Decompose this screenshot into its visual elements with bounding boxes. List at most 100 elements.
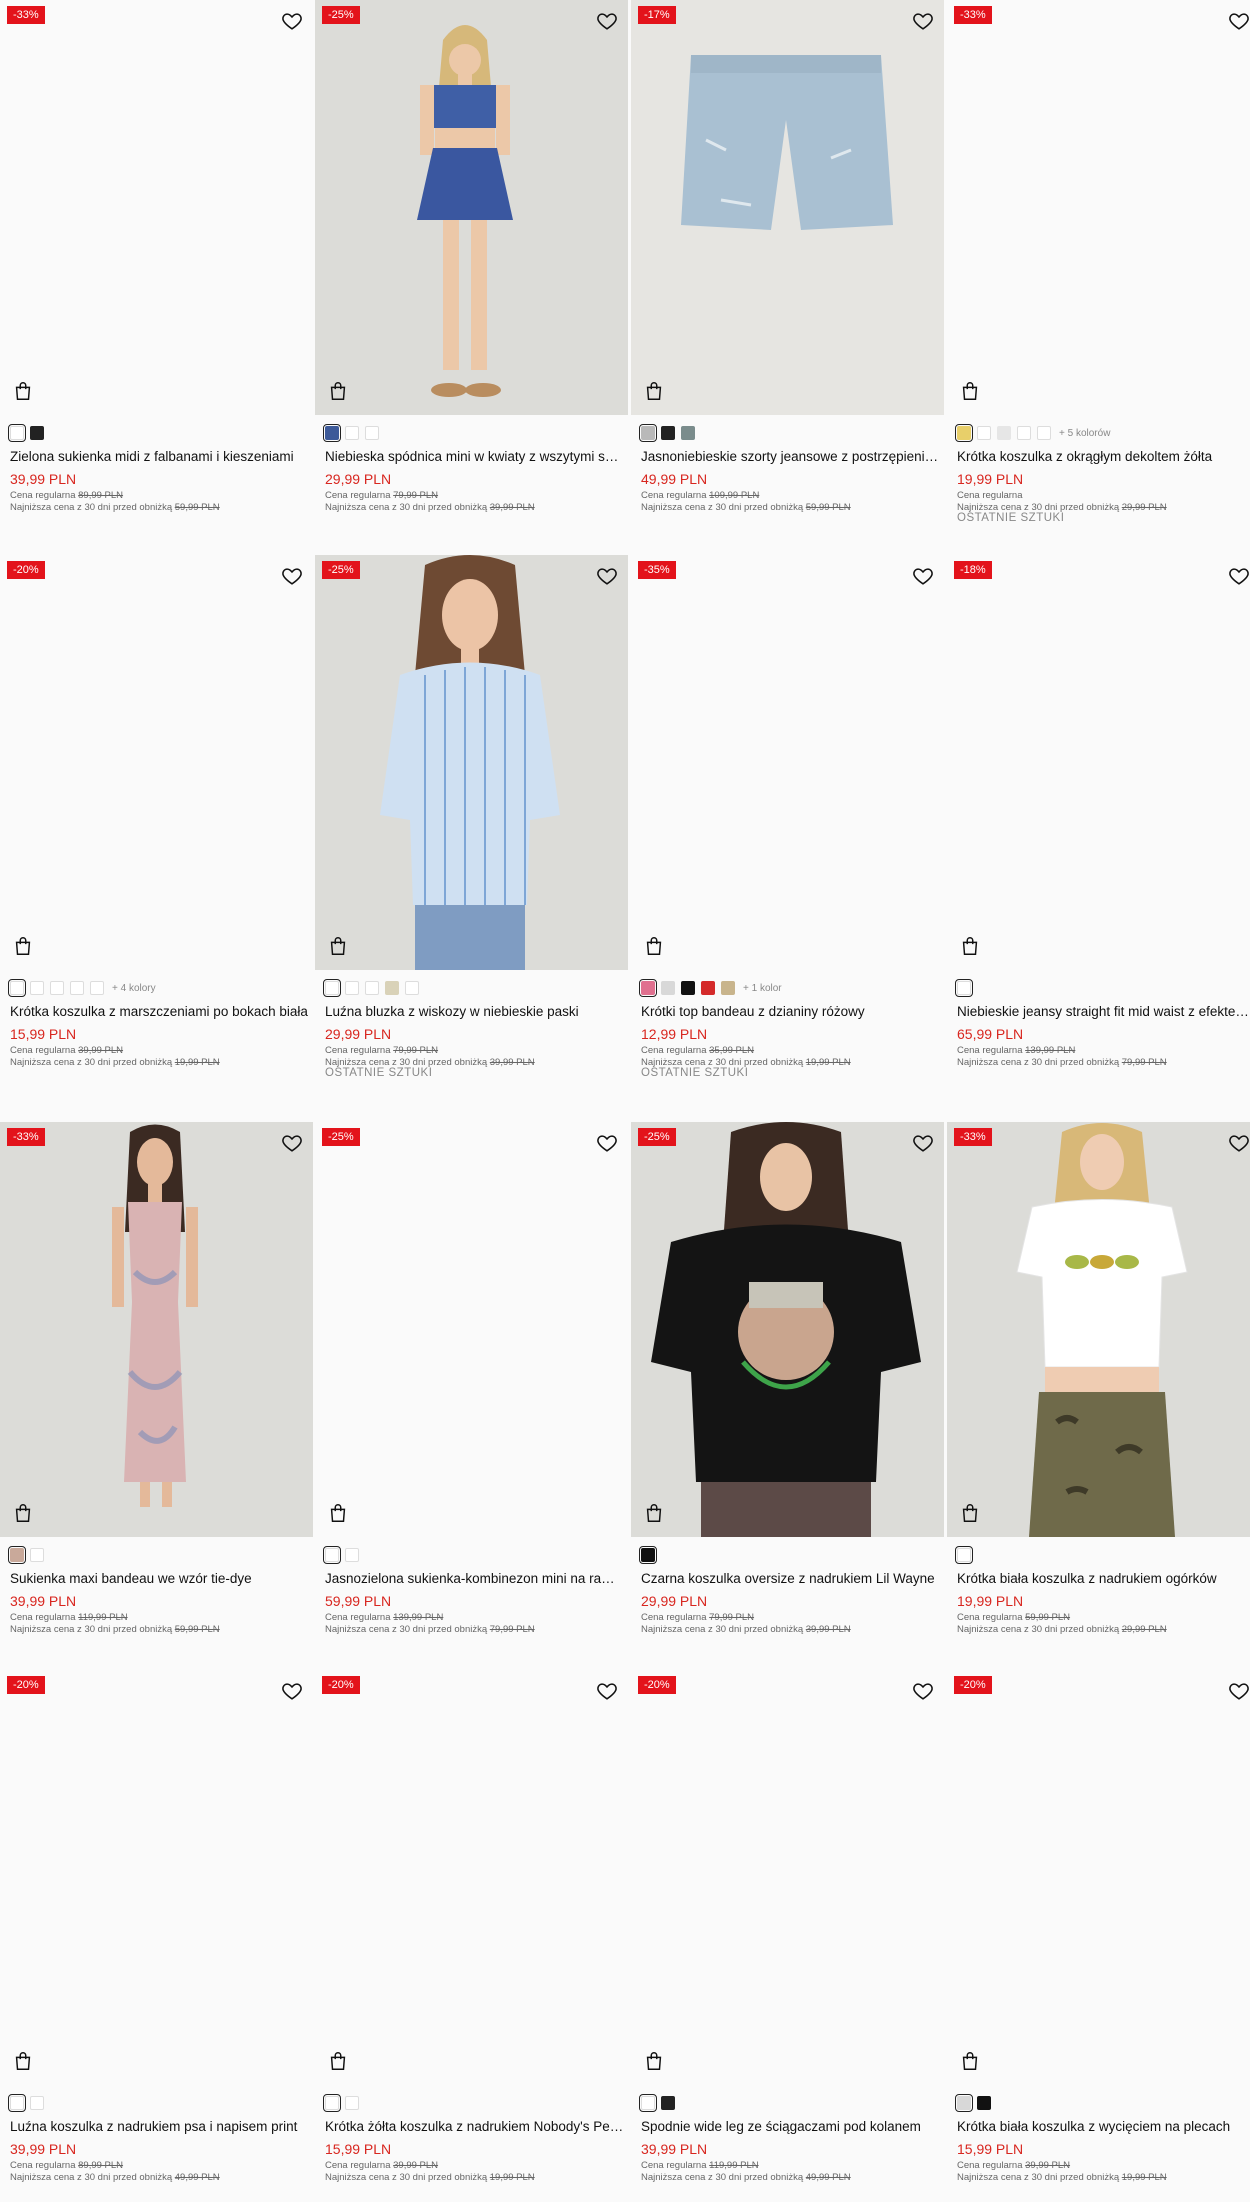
color-swatch[interactable] (701, 981, 715, 995)
color-swatch[interactable] (365, 981, 379, 995)
wishlist-heart-icon[interactable] (596, 10, 618, 32)
add-to-cart-bag-icon[interactable] (643, 380, 665, 402)
product-image[interactable] (947, 0, 1250, 415)
color-swatch[interactable] (345, 2096, 359, 2110)
color-swatch[interactable] (681, 426, 695, 440)
product-image[interactable] (947, 1122, 1250, 1537)
wishlist-heart-icon[interactable] (1228, 10, 1250, 32)
wishlist-heart-icon[interactable] (1228, 565, 1250, 587)
product-title[interactable]: Luźna koszulka z nadrukiem psa i napisem… (10, 2118, 310, 2136)
wishlist-heart-icon[interactable] (1228, 1680, 1250, 1702)
color-swatch[interactable] (661, 426, 675, 440)
product-title[interactable]: Krótka żółta koszulka z nadrukiem Nobody… (325, 2118, 625, 2136)
color-swatch[interactable] (997, 426, 1011, 440)
color-swatch[interactable] (30, 981, 44, 995)
product-image[interactable] (947, 555, 1250, 970)
wishlist-heart-icon[interactable] (1228, 1132, 1250, 1154)
product-image[interactable] (0, 0, 313, 415)
product-title[interactable]: Krótka biała koszulka z nadrukiem ogórkó… (957, 1570, 1250, 1588)
color-swatch[interactable] (345, 1548, 359, 1562)
color-swatch[interactable] (955, 979, 973, 997)
color-swatch[interactable] (90, 981, 104, 995)
color-swatch[interactable] (30, 1548, 44, 1562)
color-swatch[interactable] (639, 2094, 657, 2112)
color-swatch[interactable] (639, 424, 657, 442)
color-swatch[interactable] (639, 1546, 657, 1564)
wishlist-heart-icon[interactable] (281, 1132, 303, 1154)
color-swatch[interactable] (30, 426, 44, 440)
product-title[interactable]: Czarna koszulka oversize z nadrukiem Lil… (641, 1570, 941, 1588)
wishlist-heart-icon[interactable] (281, 10, 303, 32)
product-image[interactable] (315, 1670, 628, 2085)
product-title[interactable]: Jasnozielona sukienka-kombinezon mini na… (325, 1570, 625, 1588)
color-swatch[interactable] (8, 2094, 26, 2112)
wishlist-heart-icon[interactable] (281, 1680, 303, 1702)
wishlist-heart-icon[interactable] (912, 1680, 934, 1702)
product-image[interactable] (631, 555, 944, 970)
color-swatch[interactable] (8, 979, 26, 997)
add-to-cart-bag-icon[interactable] (643, 935, 665, 957)
color-swatch[interactable] (1017, 426, 1031, 440)
product-title[interactable]: Zielona sukienka midi z falbanami i kies… (10, 448, 310, 466)
color-swatch[interactable] (1037, 426, 1051, 440)
color-swatch[interactable] (323, 1546, 341, 1564)
product-image[interactable] (631, 1122, 944, 1537)
color-swatch[interactable] (323, 424, 341, 442)
product-title[interactable]: Luźna bluzka z wiskozy w niebieskie pask… (325, 1003, 625, 1021)
product-title[interactable]: Niebieskie jeansy straight fit mid waist… (957, 1003, 1250, 1021)
add-to-cart-bag-icon[interactable] (327, 380, 349, 402)
add-to-cart-bag-icon[interactable] (327, 935, 349, 957)
product-image[interactable] (315, 0, 628, 415)
add-to-cart-bag-icon[interactable] (12, 1502, 34, 1524)
color-swatch[interactable] (955, 1546, 973, 1564)
color-swatch[interactable] (365, 426, 379, 440)
wishlist-heart-icon[interactable] (596, 1132, 618, 1154)
product-image[interactable] (0, 555, 313, 970)
color-swatch[interactable] (8, 424, 26, 442)
wishlist-heart-icon[interactable] (596, 565, 618, 587)
color-swatch[interactable] (977, 2096, 991, 2110)
product-title[interactable]: Niebieska spódnica mini w kwiaty z wszyt… (325, 448, 625, 466)
color-swatch[interactable] (405, 981, 419, 995)
color-swatch[interactable] (385, 981, 399, 995)
add-to-cart-bag-icon[interactable] (643, 2050, 665, 2072)
product-image[interactable] (631, 1670, 944, 2085)
product-image[interactable] (631, 0, 944, 415)
color-swatch[interactable] (639, 979, 657, 997)
more-colors-label[interactable]: + 5 kolorów (1059, 428, 1110, 439)
product-title[interactable]: Spodnie wide leg ze ściągaczami pod kola… (641, 2118, 941, 2136)
color-swatch[interactable] (955, 2094, 973, 2112)
product-image[interactable] (947, 1670, 1250, 2085)
wishlist-heart-icon[interactable] (912, 565, 934, 587)
color-swatch[interactable] (955, 424, 973, 442)
color-swatch[interactable] (977, 426, 991, 440)
color-swatch[interactable] (661, 981, 675, 995)
product-title[interactable]: Krótki top bandeau z dzianiny różowy (641, 1003, 941, 1021)
product-title[interactable]: Krótka koszulka z okrągłym dekoltem żółt… (957, 448, 1250, 466)
color-swatch[interactable] (345, 981, 359, 995)
color-swatch[interactable] (70, 981, 84, 995)
color-swatch[interactable] (681, 981, 695, 995)
add-to-cart-bag-icon[interactable] (959, 1502, 981, 1524)
color-swatch[interactable] (661, 2096, 675, 2110)
color-swatch[interactable] (323, 2094, 341, 2112)
product-title[interactable]: Sukienka maxi bandeau we wzór tie-dye (10, 1570, 310, 1588)
more-colors-label[interactable]: + 1 kolor (743, 983, 782, 994)
product-image[interactable] (315, 1122, 628, 1537)
color-swatch[interactable] (345, 426, 359, 440)
more-colors-label[interactable]: + 4 kolory (112, 983, 156, 994)
add-to-cart-bag-icon[interactable] (959, 2050, 981, 2072)
add-to-cart-bag-icon[interactable] (12, 380, 34, 402)
add-to-cart-bag-icon[interactable] (959, 935, 981, 957)
color-swatch[interactable] (721, 981, 735, 995)
wishlist-heart-icon[interactable] (281, 565, 303, 587)
color-swatch[interactable] (8, 1546, 26, 1564)
color-swatch[interactable] (323, 979, 341, 997)
add-to-cart-bag-icon[interactable] (327, 2050, 349, 2072)
product-image[interactable] (0, 1122, 313, 1537)
wishlist-heart-icon[interactable] (912, 10, 934, 32)
product-title[interactable]: Jasnoniebieskie szorty jeansowe z postrz… (641, 448, 941, 466)
wishlist-heart-icon[interactable] (912, 1132, 934, 1154)
product-image[interactable] (315, 555, 628, 970)
color-swatch[interactable] (50, 981, 64, 995)
